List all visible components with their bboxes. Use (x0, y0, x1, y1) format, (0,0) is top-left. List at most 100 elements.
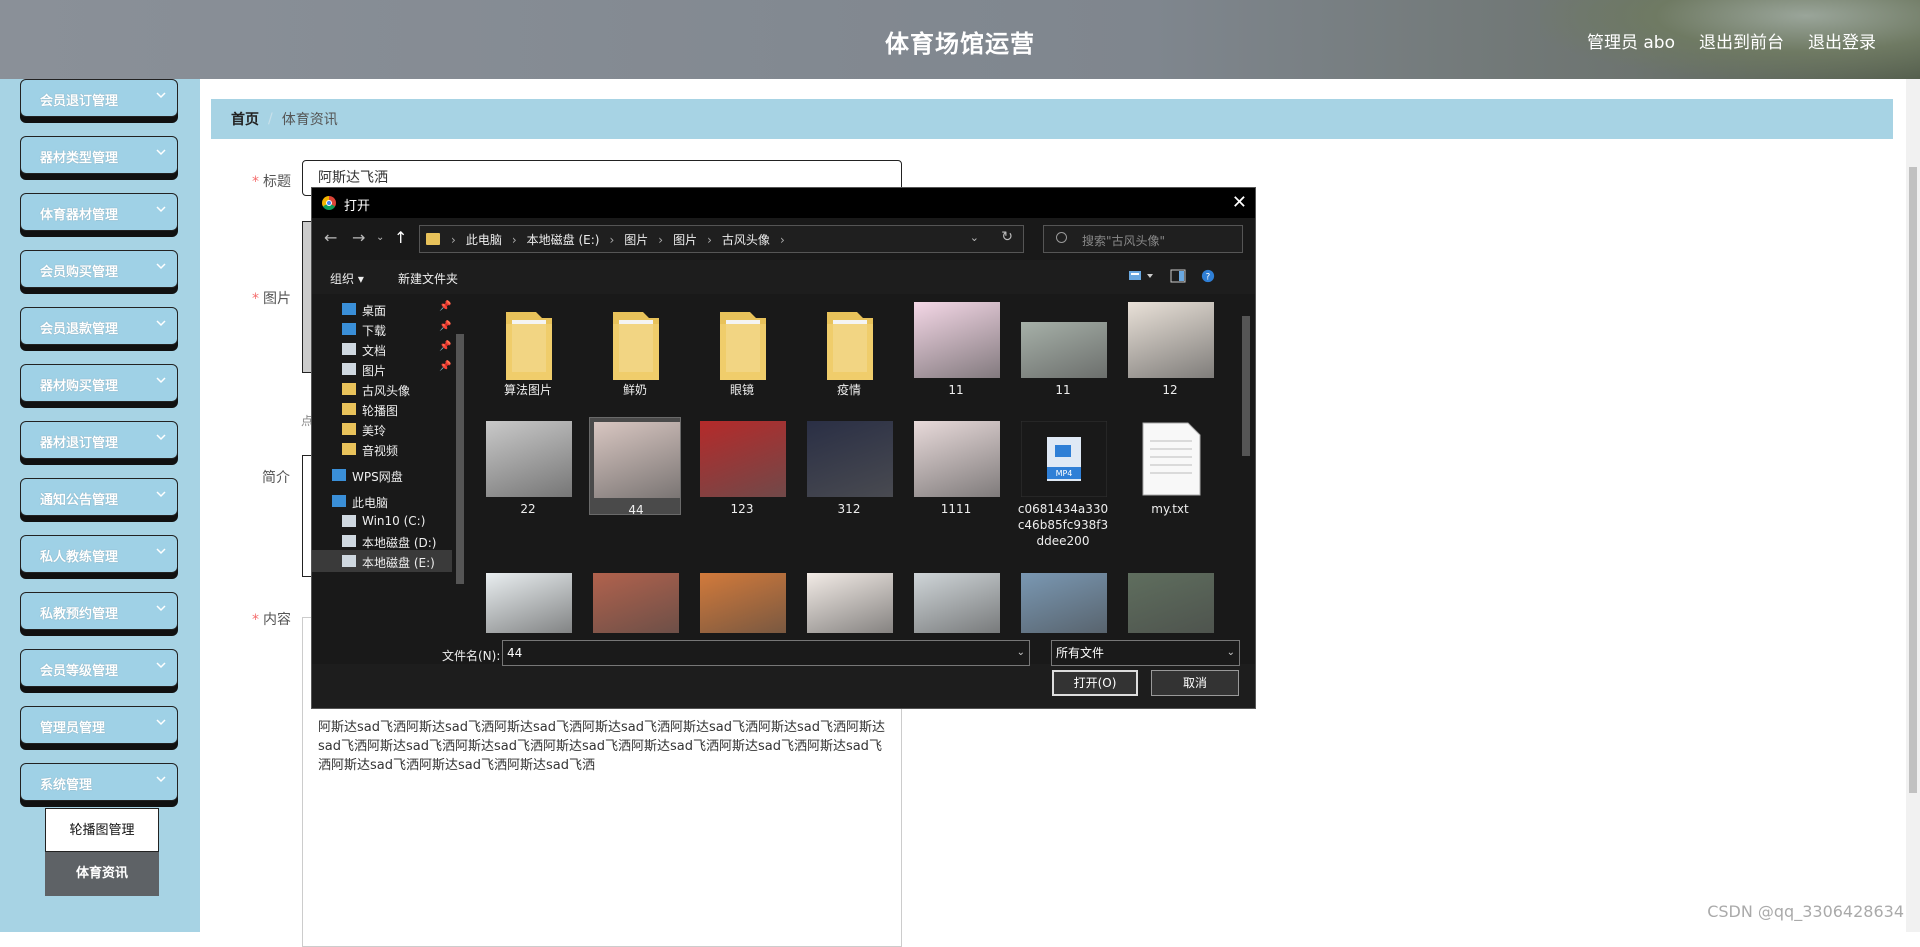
sidebar-menu-button[interactable]: 会员退订管理 (20, 79, 178, 117)
sidebar-menu-button[interactable]: 体育器材管理 (20, 193, 178, 231)
back-to-frontend-link[interactable]: 退出到前台 (1699, 28, 1784, 53)
filetype-dropdown-icon[interactable]: ⌄ (1227, 641, 1235, 665)
folder-icon (593, 306, 679, 384)
pic-file-icon (486, 573, 572, 633)
forward-arrow-icon[interactable]: → (352, 228, 365, 247)
sidebar-menu-button[interactable]: 私人教练管理 (20, 535, 178, 573)
sidebar-menu-button[interactable]: 通知公告管理 (20, 478, 178, 516)
file-tile[interactable]: my.txt (1124, 417, 1216, 516)
path-segment[interactable]: 本地磁盘 (E:) (527, 233, 600, 247)
up-arrow-icon[interactable]: ↑ (394, 228, 407, 247)
admin-user-link[interactable]: 管理员 abo (1587, 28, 1675, 53)
path-segment[interactable]: 古风头像 (722, 233, 770, 247)
image-thumbnail (807, 421, 893, 497)
file-tile[interactable] (803, 573, 895, 633)
search-placeholder: 搜索"古风头像" (1082, 234, 1166, 248)
close-icon[interactable]: ✕ (1232, 192, 1247, 213)
file-tile[interactable] (589, 573, 681, 633)
sidebar-menu-button[interactable]: 系统管理 (20, 763, 178, 801)
nav-item-icon (342, 443, 356, 455)
sidebar-menu-button[interactable]: 器材类型管理 (20, 136, 178, 174)
submenu-item-carousel[interactable]: 轮播图管理 (45, 808, 159, 852)
back-arrow-icon[interactable]: ← (324, 228, 337, 247)
logout-link[interactable]: 退出登录 (1808, 28, 1876, 53)
file-tile[interactable]: 22 (482, 417, 574, 516)
breadcrumb-home[interactable]: 首页 (231, 109, 259, 129)
search-input[interactable]: 搜索"古风头像" (1043, 225, 1243, 253)
filename-input[interactable]: 44 ⌄ (502, 640, 1030, 666)
nav-item[interactable]: 图片 📌 (312, 358, 452, 380)
nav-item[interactable]: 本地磁盘 (E:) (312, 550, 452, 572)
submenu-item-sports-news[interactable]: 体育资讯 (45, 852, 159, 896)
view-options-icon[interactable] (1128, 269, 1156, 283)
page-scrollbar[interactable] (1906, 79, 1920, 932)
address-dropdown-icon[interactable]: ⌄ (970, 231, 979, 244)
sidebar-menu-button[interactable]: 会员等级管理 (20, 649, 178, 687)
refresh-icon[interactable]: ↻ (1001, 229, 1013, 245)
file-scrollbar[interactable] (1238, 294, 1254, 664)
file-tile[interactable]: 11 (910, 298, 1002, 397)
nav-item[interactable]: 下载 📌 (312, 318, 452, 340)
folder-tile[interactable]: 眼镜 (696, 298, 788, 397)
path-segment[interactable]: 此电脑 (466, 233, 502, 247)
recent-dropdown-icon[interactable]: ⌄ (376, 232, 384, 243)
sidebar-menu-button[interactable]: 私教预约管理 (20, 592, 178, 630)
cancel-button[interactable]: 取消 (1151, 670, 1239, 696)
nav-item[interactable]: 音视频 (312, 438, 452, 460)
path-segment[interactable]: 图片 (673, 233, 697, 247)
filename-dropdown-icon[interactable]: ⌄ (1017, 641, 1025, 665)
filetype-select[interactable]: 所有文件 ⌄ (1051, 640, 1240, 666)
address-bar[interactable]: › 此电脑 › 本地磁盘 (E:) › 图片 › 图片 › 古风头像 › ⌄ ↻ (419, 225, 1024, 253)
file-tile[interactable]: MP4 c0681434a330c46b85fc938f3ddee200 (1017, 417, 1109, 548)
address-path: › 此电脑 › 本地磁盘 (E:) › 图片 › 图片 › 古风头像 › (451, 233, 785, 247)
sidebar-menu-button[interactable]: 器材退订管理 (20, 421, 178, 459)
image-thumbnail (1021, 322, 1107, 378)
file-tile[interactable] (482, 573, 574, 633)
nav-item-icon (342, 515, 356, 527)
folder-tile[interactable]: 疫情 (803, 298, 895, 397)
nav-item[interactable]: 桌面 📌 (312, 298, 452, 320)
file-tile[interactable] (910, 573, 1002, 633)
preview-pane-icon[interactable] (1170, 269, 1186, 283)
file-tile[interactable]: 1111 (910, 417, 1002, 516)
page-scrollbar-thumb[interactable] (1909, 167, 1917, 793)
new-folder-button[interactable]: 新建文件夹 (398, 270, 458, 287)
folder-tile[interactable]: 算法图片 (482, 298, 574, 397)
file-tile[interactable]: 12 (1124, 298, 1216, 397)
help-icon[interactable]: ? (1200, 269, 1216, 283)
nav-item-icon (342, 303, 356, 315)
file-name-label: 鲜奶 (622, 383, 647, 397)
sidebar-menu-label: 会员退订管理 (40, 94, 119, 109)
nav-item[interactable]: WPS网盘 (312, 464, 452, 486)
sidebar-menu-button[interactable]: 会员购买管理 (20, 250, 178, 288)
file-tile[interactable]: 123 (696, 417, 788, 516)
image-thumbnail (1128, 302, 1214, 378)
dialog-titlebar[interactable]: 打开 ✕ (312, 188, 1255, 218)
sidebar-menu-button[interactable]: 会员退款管理 (20, 307, 178, 345)
organize-button[interactable]: 组织 ▾ (330, 270, 364, 287)
nav-item-label: 下载 (362, 324, 387, 338)
nav-scrollbar[interactable] (452, 294, 468, 664)
file-scrollbar-thumb[interactable] (1242, 316, 1250, 456)
nav-item[interactable]: 本地磁盘 (D:) (312, 530, 452, 552)
file-tile[interactable] (1124, 573, 1216, 633)
file-tile[interactable]: 11 (1017, 298, 1109, 397)
nav-scrollbar-thumb[interactable] (456, 334, 464, 584)
content-editor-text[interactable]: 阿斯达sad飞洒阿斯达sad飞洒阿斯达sad飞洒阿斯达sad飞洒阿斯达sad飞洒… (318, 718, 888, 775)
folder-icon (426, 233, 440, 245)
file-tile[interactable] (696, 573, 788, 633)
path-segment[interactable]: 图片 (624, 233, 648, 247)
sidebar-menu-button[interactable]: 管理员管理 (20, 706, 178, 744)
nav-item[interactable]: 此电脑 (312, 490, 452, 512)
nav-item[interactable]: 美玲 (312, 418, 452, 440)
nav-item[interactable]: 古风头像 (312, 378, 452, 400)
nav-item[interactable]: Win10 (C:) (312, 510, 452, 532)
file-tile[interactable] (1017, 573, 1109, 633)
open-button[interactable]: 打开(O) (1052, 670, 1138, 696)
file-tile[interactable]: 44 (589, 417, 681, 517)
nav-item[interactable]: 轮播图 (312, 398, 452, 420)
nav-item[interactable]: 文档 📌 (312, 338, 452, 360)
file-tile[interactable]: 312 (803, 417, 895, 516)
folder-tile[interactable]: 鲜奶 (589, 298, 681, 397)
sidebar-menu-button[interactable]: 器材购买管理 (20, 364, 178, 402)
